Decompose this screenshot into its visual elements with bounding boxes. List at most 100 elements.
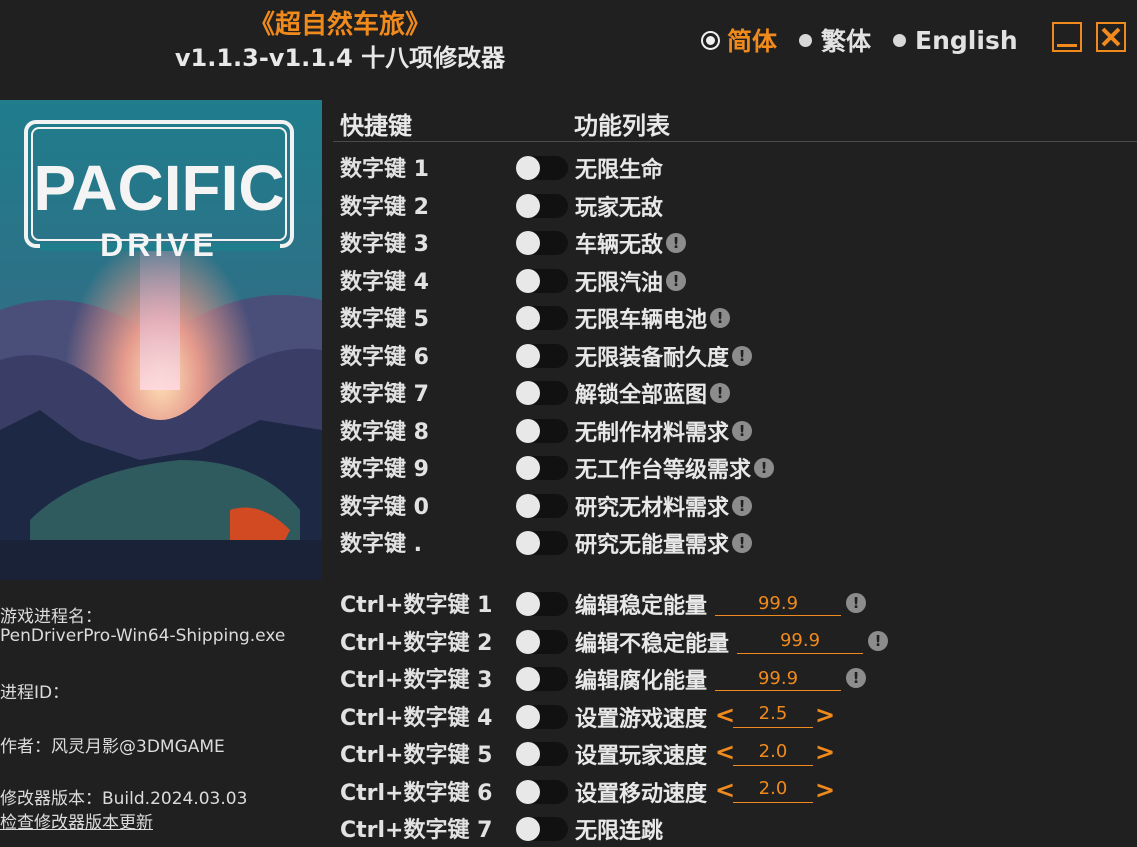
info-icon[interactable]: ! xyxy=(868,630,888,651)
lang-traditional[interactable]: 繁体 xyxy=(799,22,871,58)
info-icon[interactable]: ! xyxy=(710,308,731,328)
toggle-switch[interactable] xyxy=(516,592,568,616)
toggle-switch[interactable] xyxy=(516,629,568,654)
toggle-switch[interactable] xyxy=(516,704,568,729)
info-icon[interactable]: ! xyxy=(666,270,687,291)
toggle-switch[interactable] xyxy=(516,193,568,218)
language-selector: 简体 繁体 English xyxy=(703,22,1040,58)
lang-simplified[interactable]: 简体 xyxy=(703,22,777,58)
function-name: 无制作材料需求 xyxy=(575,420,730,446)
hotkey-label: 数字键 1 xyxy=(340,157,429,182)
function-label: 编辑不稳定能量 xyxy=(575,626,729,658)
decrease-arrow-icon[interactable]: < xyxy=(715,776,735,804)
minimize-button[interactable] xyxy=(1052,22,1082,52)
increase-arrow-icon[interactable]: > xyxy=(815,738,835,766)
stepper-value: 2.5 xyxy=(733,701,813,728)
toggle-knob xyxy=(516,704,540,729)
lang-english[interactable]: English xyxy=(893,26,1018,55)
cheat-row: 数字键 1 无限生命 xyxy=(340,148,1130,186)
lang-label: 简体 xyxy=(727,27,778,56)
function-label: 研究无能量需求! xyxy=(575,527,753,559)
toggle-switch[interactable] xyxy=(516,531,568,555)
function-label: 无制作材料需求! xyxy=(575,415,753,447)
radio-icon xyxy=(799,33,813,47)
hotkey-label: Ctrl+数字键 3 xyxy=(340,668,493,693)
function-label: 无工作台等级需求! xyxy=(575,452,775,484)
toggle-switch[interactable] xyxy=(516,156,568,180)
cover-logo-line2: DRIVE xyxy=(100,227,218,263)
header-divider xyxy=(333,141,1137,142)
cheat-row: 数字键 9 无工作台等级需求! xyxy=(340,448,1130,486)
toggle-switch[interactable] xyxy=(516,779,568,804)
function-name: 无限生命 xyxy=(575,158,664,183)
function-name: 编辑腐化能量 xyxy=(575,669,708,694)
hotkey-label: Ctrl+数字键 5 xyxy=(340,743,493,768)
toggle-switch[interactable] xyxy=(516,306,568,330)
increase-arrow-icon[interactable]: > xyxy=(815,701,835,729)
cover-logo-line1: PACIFIC xyxy=(33,152,284,224)
info-icon[interactable]: ! xyxy=(732,345,753,366)
decrease-arrow-icon[interactable]: < xyxy=(715,738,735,766)
close-button[interactable] xyxy=(1096,22,1126,52)
toggle-knob xyxy=(516,779,540,804)
info-icon[interactable]: ! xyxy=(666,233,687,253)
function-name: 解锁全部蓝图 xyxy=(575,383,708,408)
toggle-switch[interactable] xyxy=(516,493,568,518)
toggle-knob xyxy=(516,343,540,368)
info-icon[interactable]: ! xyxy=(732,420,753,441)
info-icon[interactable]: ! xyxy=(846,593,866,613)
lang-label: 繁体 xyxy=(821,27,872,56)
toggle-switch[interactable] xyxy=(516,817,568,841)
toggle-switch[interactable] xyxy=(516,418,568,443)
toggle-switch[interactable] xyxy=(516,268,568,293)
toggle-knob xyxy=(516,592,540,616)
info-icon[interactable]: ! xyxy=(846,668,866,688)
function-list-header: 功能列表 xyxy=(574,112,670,140)
toggle-switch[interactable] xyxy=(516,381,568,405)
toggle-knob xyxy=(516,418,540,443)
toggle-switch[interactable] xyxy=(516,456,568,480)
cheat-row: 数字键 2 玩家无敌 xyxy=(340,186,1130,224)
trainer-version: 修改器版本：Build.2024.03.03 xyxy=(0,789,248,809)
increase-arrow-icon[interactable]: > xyxy=(815,776,835,804)
cheat-row: Ctrl+数字键 2 编辑不稳定能量! xyxy=(340,622,1130,660)
info-icon[interactable]: ! xyxy=(754,458,775,478)
function-label: 设置玩家速度 xyxy=(575,738,707,770)
value-input[interactable] xyxy=(715,666,841,691)
toggle-switch[interactable] xyxy=(516,742,568,766)
cheat-row: 数字键 . 研究无能量需求! xyxy=(340,523,1130,561)
info-icon[interactable]: ! xyxy=(732,495,753,516)
hotkey-label: 数字键 9 xyxy=(340,457,429,482)
function-label: 车辆无敌! xyxy=(575,227,687,259)
decrease-arrow-icon[interactable]: < xyxy=(715,701,735,729)
info-icon[interactable]: ! xyxy=(732,533,753,553)
toggle-knob xyxy=(516,456,540,480)
toggle-switch[interactable] xyxy=(516,667,568,691)
function-name: 无限车辆电池 xyxy=(575,308,708,333)
toggle-switch[interactable] xyxy=(516,343,568,368)
value-stepper: <2.5 > xyxy=(715,701,835,729)
cheat-row: Ctrl+数字键 5 设置玩家速度 <2.0 > xyxy=(340,734,1130,772)
radio-icon xyxy=(703,32,718,48)
hotkey-label: Ctrl+数字键 2 xyxy=(340,630,493,656)
function-name: 编辑稳定能量 xyxy=(575,594,708,619)
cheat-row: Ctrl+数字键 3 编辑腐化能量! xyxy=(340,659,1130,697)
cheat-row: 数字键 3 车辆无敌! xyxy=(340,223,1130,261)
function-label: 无限连跳 xyxy=(575,813,663,845)
cheat-row: Ctrl+数字键 7 无限连跳 xyxy=(340,809,1130,847)
info-icon[interactable]: ! xyxy=(710,383,731,403)
toggle-knob xyxy=(516,742,540,766)
stepper-value: 2.0 xyxy=(733,776,813,803)
function-name: 设置移动速度 xyxy=(575,781,708,807)
function-name: 编辑不稳定能量 xyxy=(575,631,730,657)
radio-icon xyxy=(893,33,907,47)
toggle-knob xyxy=(516,193,540,218)
toggle-switch[interactable] xyxy=(516,231,568,255)
hotkey-label: 数字键 0 xyxy=(340,494,429,520)
check-update-link[interactable]: 检查修改器版本更新 xyxy=(0,808,153,833)
cheat-row: 数字键 6 无限装备耐久度! xyxy=(340,336,1130,374)
value-input[interactable] xyxy=(715,591,841,616)
toggle-knob xyxy=(516,306,540,330)
value-input[interactable] xyxy=(737,628,863,654)
value-stepper: <2.0 > xyxy=(715,738,835,766)
